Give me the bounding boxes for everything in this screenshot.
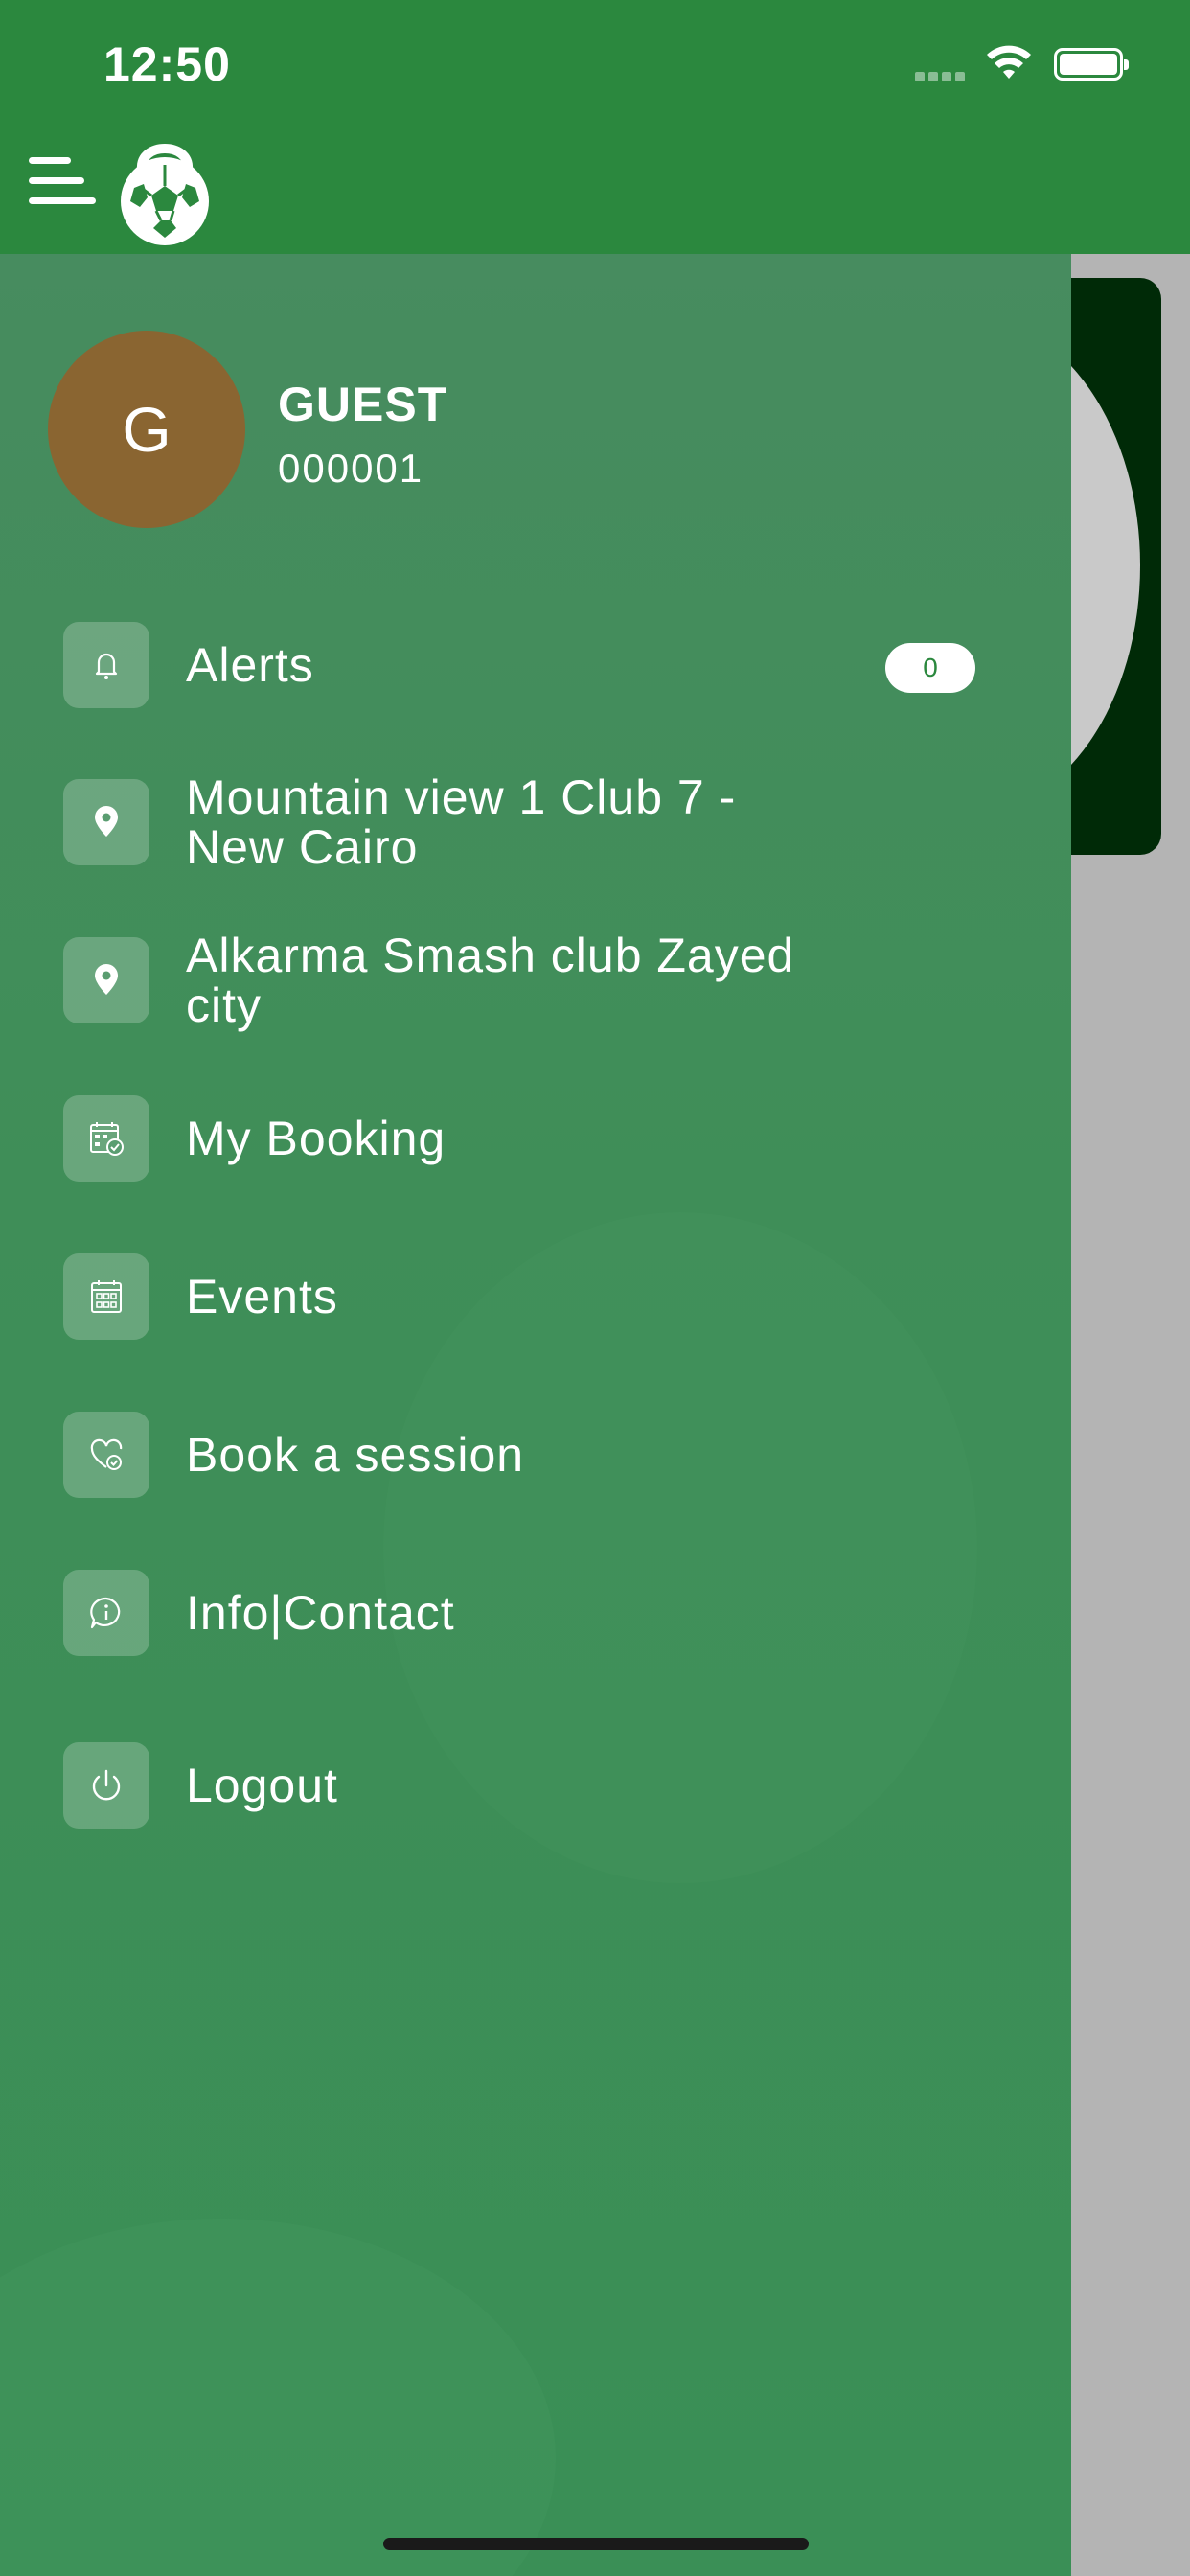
side-drawer: G GUEST 000001 Alerts 0 Mountain view 1 … — [0, 254, 1071, 2576]
menu-item-label: Alkarma Smash club Zayed city — [186, 929, 795, 1032]
status-time: 12:50 — [103, 37, 231, 91]
menu-item-location-new-cairo[interactable]: Mountain view 1 Club 7 - New Cairo — [63, 772, 1021, 872]
menu-icon[interactable] — [29, 157, 96, 207]
menu-item-info-contact[interactable]: Info|Contact — [63, 1570, 1021, 1656]
user-name: GUEST — [278, 378, 448, 431]
cellular-signal-icon — [915, 69, 971, 81]
avatar[interactable]: G — [48, 331, 245, 528]
menu-item-location-zayed[interactable]: Alkarma Smash club Zayed city — [63, 931, 1021, 1030]
wifi-icon — [987, 45, 1031, 79]
menu-item-events[interactable]: Events — [63, 1254, 1021, 1340]
menu-item-label: Info|Contact — [186, 1586, 455, 1640]
menu-item-alerts[interactable]: Alerts 0 — [63, 622, 1021, 708]
calendar-check-icon — [63, 1095, 149, 1182]
calendar-grid-icon — [63, 1254, 149, 1340]
app-header: 12:50 — [0, 0, 1190, 254]
info-chat-icon — [63, 1570, 149, 1656]
power-icon — [63, 1742, 149, 1828]
home-indicator[interactable] — [383, 2538, 809, 2550]
menu-item-book-session[interactable]: Book a session — [63, 1412, 1021, 1498]
location-pin-icon — [63, 937, 149, 1024]
menu-item-label: Logout — [186, 1759, 338, 1812]
menu-item-my-booking[interactable]: My Booking — [63, 1095, 1021, 1182]
menu-item-label: Alerts — [186, 638, 314, 692]
menu-item-logout[interactable]: Logout — [63, 1742, 1021, 1828]
menu-item-label: Mountain view 1 Club 7 - New Cairo — [186, 770, 737, 874]
battery-icon — [1054, 48, 1129, 80]
kettlebell-football-logo[interactable] — [113, 130, 217, 247]
menu-item-label: Events — [186, 1270, 338, 1323]
bell-icon — [63, 622, 149, 708]
location-pin-icon — [63, 779, 149, 865]
alerts-count-badge: 0 — [885, 643, 975, 693]
menu-item-label: My Booking — [186, 1112, 446, 1165]
menu-item-label: Book a session — [186, 1428, 525, 1482]
heart-check-icon — [63, 1412, 149, 1498]
user-id: 000001 — [278, 446, 424, 491]
decor-shape — [0, 2219, 556, 2576]
